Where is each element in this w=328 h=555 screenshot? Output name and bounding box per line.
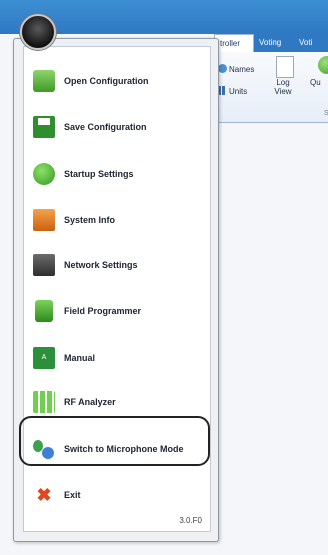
menu-item-label: Exit	[64, 490, 81, 500]
close-x-icon: ✖	[36, 485, 52, 505]
menu-item-label: System Info	[64, 215, 116, 225]
field-programmer-icon	[35, 300, 53, 322]
menu-item-label: Startup Settings	[64, 169, 134, 179]
quick-icon[interactable]	[318, 56, 328, 74]
ribbon-panel: Names Units Log View Qu S	[214, 52, 328, 123]
log-view-button[interactable]: Log View	[272, 78, 294, 96]
menu-item-startup-settings[interactable]: Startup Settings	[24, 154, 210, 194]
menu-item-field-programmer[interactable]: Field Programmer	[24, 291, 210, 331]
units-label: Units	[229, 87, 248, 96]
units-button[interactable]: Units	[218, 86, 247, 96]
ribbon-group-label: S	[324, 110, 328, 117]
menu-item-network-settings[interactable]: Network Settings	[24, 245, 210, 285]
menu-item-label: Save Configuration	[64, 122, 147, 132]
menu-item-system-info[interactable]: System Info	[24, 200, 210, 240]
menu-item-label: Network Settings	[64, 260, 138, 270]
floppy-disk-icon	[33, 116, 55, 138]
tab-controller[interactable]: troller	[214, 34, 254, 52]
menu-item-exit[interactable]: ✖ Exit	[24, 475, 210, 515]
tab-voting-2[interactable]: Voti	[294, 34, 328, 52]
units-icon	[218, 86, 227, 95]
folder-icon	[33, 70, 55, 92]
system-info-icon	[33, 209, 55, 231]
network-device-icon	[33, 254, 55, 276]
menu-item-manual[interactable]: A Manual	[24, 338, 210, 378]
people-icon	[218, 64, 227, 73]
menu-item-label: Manual	[64, 353, 96, 363]
ribbon-tabs: troller Voting Voti	[214, 34, 328, 53]
up-arrow-icon	[33, 163, 55, 185]
menu-item-open-configuration[interactable]: Open Configuration	[24, 61, 210, 101]
manual-book-icon: A	[33, 347, 55, 369]
log-view-icon[interactable]	[276, 56, 294, 78]
quick-button-label[interactable]: Qu	[310, 78, 321, 87]
highlight-annotation	[19, 416, 210, 466]
application-menu: Open Configuration Save Configuration St…	[13, 38, 219, 542]
names-label: Names	[229, 65, 255, 74]
menu-item-label: Field Programmer	[64, 306, 142, 316]
rf-analyzer-icon	[33, 391, 55, 413]
version-label: 3.0.F0	[179, 516, 202, 525]
menu-item-label: Open Configuration	[64, 76, 149, 86]
application-menu-button[interactable]	[20, 14, 56, 50]
names-button[interactable]: Names	[218, 64, 254, 74]
tab-voting[interactable]: Voting	[254, 34, 294, 52]
menu-item-save-configuration[interactable]: Save Configuration	[24, 107, 210, 147]
